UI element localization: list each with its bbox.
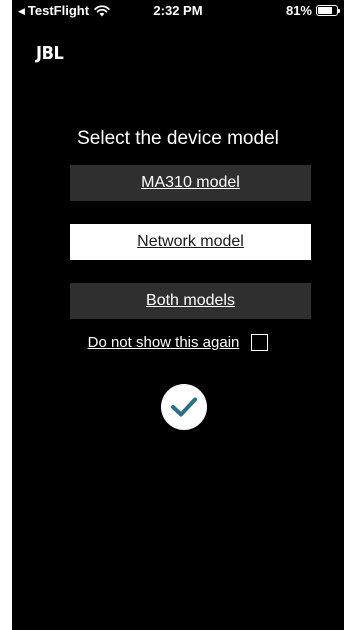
- battery-percent: 81%: [285, 3, 312, 18]
- dont-show-again-label[interactable]: Do not show this again: [88, 334, 240, 351]
- checkmark-icon: [171, 397, 197, 417]
- option-both-models[interactable]: Both models: [70, 283, 311, 319]
- jbl-logo: JBL: [36, 43, 64, 64]
- dont-show-again-checkbox[interactable]: [251, 333, 269, 351]
- battery-level-fill: [318, 7, 333, 14]
- app-screen: ◀ TestFlight 2:32 PM 81% JBL Select the …: [12, 0, 344, 630]
- battery-icon: [316, 5, 340, 16]
- battery-tip: [338, 9, 340, 13]
- option-ma310-model[interactable]: MA310 model: [70, 165, 311, 201]
- dont-show-again-row: Do not show this again: [12, 332, 344, 352]
- confirm-button[interactable]: [161, 384, 207, 430]
- option-network-model[interactable]: Network model: [70, 224, 311, 260]
- page-title: Select the device model: [77, 128, 279, 149]
- status-bar: ◀ TestFlight 2:32 PM 81%: [12, 0, 344, 22]
- status-battery: 81%: [285, 3, 340, 18]
